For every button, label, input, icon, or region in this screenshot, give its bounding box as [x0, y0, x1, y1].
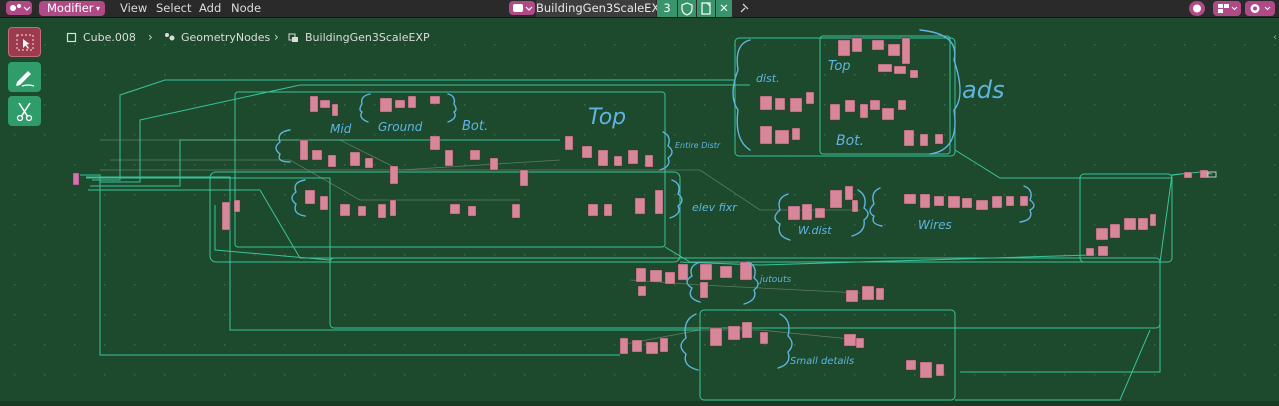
chevron-right-icon: › [274, 30, 279, 44]
pin-icon [740, 3, 749, 13]
shield-icon [681, 2, 693, 16]
close-icon: ✕ [719, 1, 729, 15]
copy-icon [701, 2, 711, 15]
annotation-jutouts: jutouts [758, 275, 791, 285]
duplicate-button[interactable] [697, 0, 715, 17]
users-count-button[interactable]: 3 [657, 0, 677, 17]
annotation-ads: ads [962, 76, 1004, 104]
menu-view[interactable]: View [120, 0, 147, 17]
fake-user-button[interactable] [678, 0, 696, 17]
overlay-icon [1250, 4, 1271, 13]
cut-links-tool[interactable] [8, 96, 41, 126]
chevron-down-icon: ▾ [95, 4, 100, 13]
sidebar-collapse-icon[interactable]: ‹ [1273, 32, 1277, 43]
annotation-entire-dist: Entire Distr [675, 141, 721, 150]
breadcrumb-object-label: Cube.008 [83, 31, 136, 44]
node-canvas[interactable]: Mid Ground Bot. Top Entire Distr elev fi… [0, 0, 1279, 406]
select-box-icon [16, 34, 34, 51]
chevron-right-icon: › [148, 30, 153, 44]
menu-node[interactable]: Node [231, 0, 261, 17]
editor-type-button[interactable] [6, 1, 32, 15]
pencil-icon [16, 71, 35, 87]
menu-add[interactable]: Add [199, 0, 221, 17]
grid-snap-icon [1218, 4, 1238, 13]
annotate-tool[interactable] [8, 62, 41, 92]
node-tree-browse-button[interactable] [509, 1, 535, 15]
pin-button[interactable] [736, 0, 752, 17]
annotation-dist: dist. [756, 72, 780, 85]
annotation-bot-left: Bot. [462, 119, 488, 134]
unlink-button[interactable]: ✕ [716, 0, 732, 17]
node-tree-name-field[interactable]: BuildingGen3ScaleEXP [536, 0, 666, 17]
geometry-nodes-icon [165, 33, 175, 41]
gizmo-icon [1193, 4, 1201, 13]
overlay-toggle-button[interactable] [1189, 1, 1205, 16]
snapping-dropdown[interactable] [1213, 1, 1241, 16]
editor-header: Modifier ▾ View Select Add Node Building… [0, 0, 1279, 18]
annotation-elev-fixr: elev fixr [692, 201, 738, 214]
node-group-icon [288, 33, 298, 42]
overlay-dropdown[interactable] [1245, 1, 1275, 16]
annotation-small-details: Small details [790, 356, 854, 367]
breadcrumb-object[interactable]: Cube.008 [66, 31, 136, 44]
breadcrumb-modifier-label: GeometryNodes [181, 31, 271, 44]
breadcrumb-node-group-label: BuildingGen3ScaleEXP [305, 31, 430, 44]
select-box-tool[interactable] [8, 27, 41, 57]
annotation-top-main: Top [588, 105, 626, 130]
annotation-ground: Ground [378, 120, 423, 134]
annotation-w-dist: W.dist [798, 224, 832, 237]
node-editor-icon [10, 4, 31, 11]
object-icon [66, 32, 77, 43]
menu-select[interactable]: Select [156, 0, 191, 17]
breadcrumb-node-group[interactable]: BuildingGen3ScaleEXP [288, 31, 430, 44]
bottom-edge [0, 401, 1279, 406]
scissors-icon [16, 102, 33, 122]
mode-dropdown[interactable]: Modifier ▾ [39, 1, 105, 16]
annotation-wires: Wires [918, 218, 952, 232]
breadcrumb-modifier[interactable]: GeometryNodes [164, 31, 270, 44]
annotation-bot-ads: Bot. [836, 133, 864, 149]
annotation-mid: Mid [330, 122, 352, 136]
node-tree-icon [513, 4, 533, 12]
annotation-top-ads: Top [828, 59, 851, 74]
mode-dropdown-label: Modifier [47, 1, 94, 15]
